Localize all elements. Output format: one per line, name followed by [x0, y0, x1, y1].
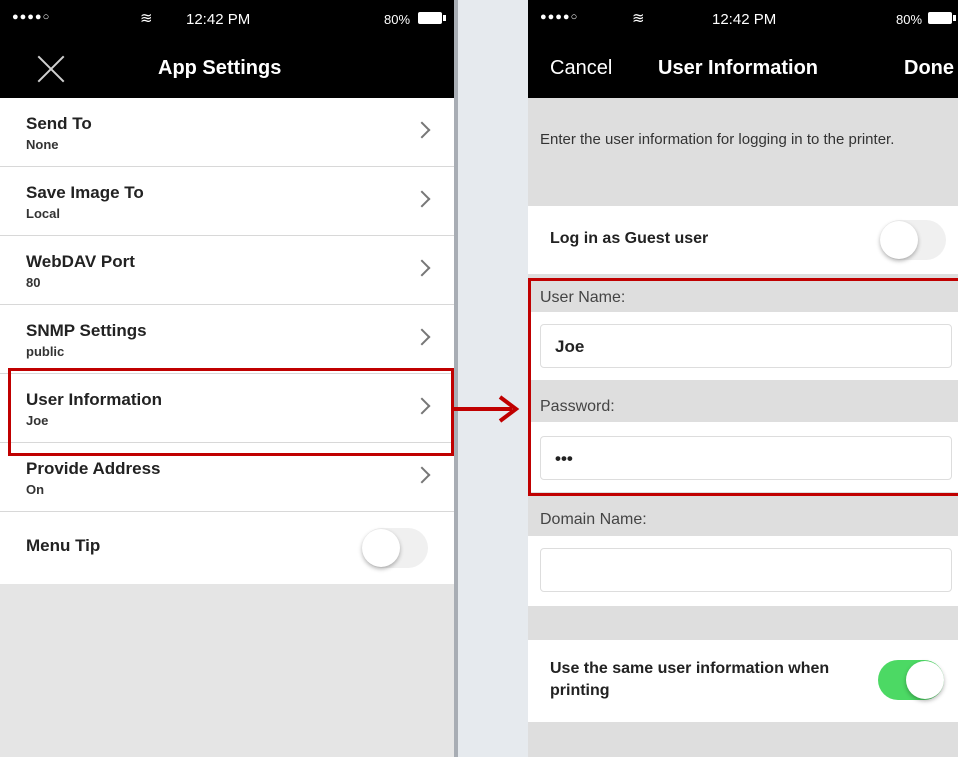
same-user-info-label: Use the same user information when print… — [550, 660, 830, 699]
row-title: Provide Address — [26, 459, 161, 478]
row-value: 80 — [26, 275, 41, 290]
page-title: User Information — [658, 57, 819, 79]
app-settings-screen: ●●●●○ ≋ 12:42 PM 80% App Settings Send T… — [0, 0, 458, 757]
row-value: Local — [26, 206, 60, 221]
battery-percent: 80% — [896, 12, 923, 27]
toggle-knob — [906, 661, 944, 699]
cancel-button[interactable]: Cancel — [550, 57, 612, 80]
battery-icon — [928, 12, 956, 24]
user-information-screen: ●●●●○ ≋ 12:42 PM 80% Cancel User Informa… — [528, 0, 958, 757]
status-time: 12:42 PM — [186, 11, 251, 28]
chevron-right-icon — [413, 190, 431, 208]
close-icon[interactable] — [36, 54, 66, 84]
domain-name-label: Domain Name: — [540, 511, 647, 528]
guest-user-toggle[interactable] — [880, 220, 946, 260]
guest-user-label: Log in as Guest user — [550, 230, 709, 247]
status-time: 12:42 PM — [712, 11, 777, 28]
guest-user-row: Log in as Guest user — [528, 206, 958, 274]
done-button[interactable]: Done — [904, 57, 954, 80]
settings-list: Send To None Save Image To Local WebDAV … — [0, 98, 454, 584]
chevron-right-icon — [413, 328, 431, 346]
row-title: Send To — [26, 114, 92, 133]
wifi-icon: ≋ — [140, 10, 153, 27]
same-user-info-row: Use the same user information when print… — [528, 640, 958, 722]
row-value: None — [26, 137, 59, 152]
status-bar: ●●●●○ ≋ 12:42 PM 80% — [528, 0, 958, 40]
description-text: Enter the user information for logging i… — [540, 131, 895, 148]
chevron-right-icon — [413, 121, 431, 139]
highlight-box-credentials — [528, 278, 958, 496]
signal-icon: ●●●●○ — [540, 11, 579, 23]
row-value: On — [26, 482, 45, 497]
settings-row-webdav-port[interactable]: WebDAV Port 80 — [0, 236, 454, 305]
row-title: WebDAV Port — [26, 252, 135, 271]
signal-icon: ●●●●○ — [12, 11, 51, 23]
domain-name-row — [528, 536, 958, 606]
navigation-bar: App Settings — [0, 40, 454, 98]
row-title: Save Image To — [26, 183, 144, 202]
row-title: SNMP Settings — [26, 321, 147, 340]
toggle-knob — [880, 221, 918, 259]
battery-percent: 80% — [384, 12, 411, 27]
page-title: App Settings — [158, 57, 282, 79]
chevron-right-icon — [413, 466, 431, 484]
menu-tip-toggle[interactable] — [362, 528, 428, 568]
navigation-bar: Cancel User Information Done — [528, 40, 958, 98]
same-user-info-toggle[interactable] — [878, 660, 944, 700]
battery-icon — [418, 12, 446, 24]
settings-row-snmp-settings[interactable]: SNMP Settings public — [0, 305, 454, 374]
chevron-right-icon — [413, 259, 431, 277]
row-title: Menu Tip — [26, 536, 101, 555]
wifi-icon: ≋ — [632, 10, 645, 27]
settings-row-menu-tip: Menu Tip — [0, 512, 454, 584]
row-value: public — [26, 344, 65, 359]
status-bar: ●●●●○ ≋ 12:42 PM 80% — [0, 0, 454, 40]
arrow-right-icon — [454, 395, 520, 423]
settings-row-send-to[interactable]: Send To None — [0, 98, 454, 167]
domain-name-field[interactable] — [540, 548, 952, 592]
toggle-knob — [362, 529, 400, 567]
settings-row-save-image-to[interactable]: Save Image To Local — [0, 167, 454, 236]
highlight-box-user-information — [8, 368, 454, 456]
